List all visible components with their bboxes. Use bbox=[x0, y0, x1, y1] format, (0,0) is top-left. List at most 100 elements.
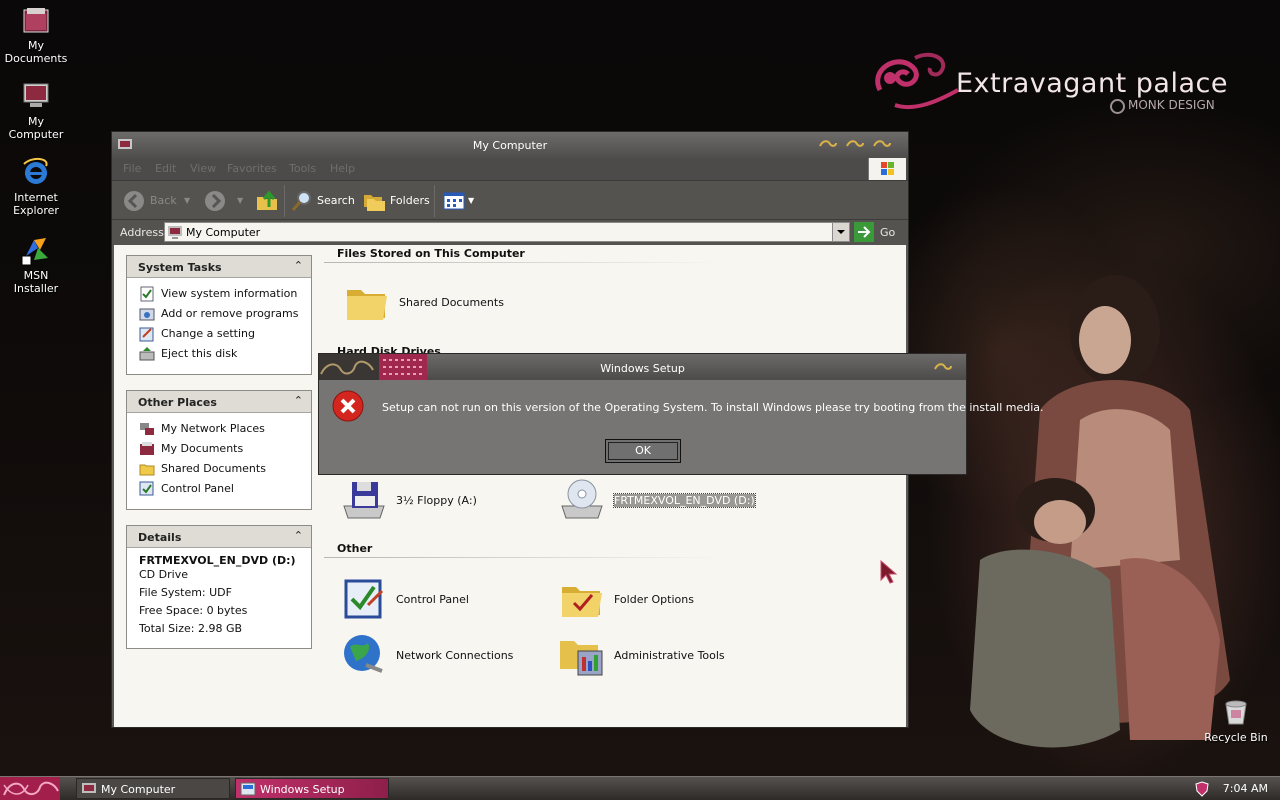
place-label: Control Panel bbox=[161, 482, 234, 495]
menu-edit[interactable]: Edit bbox=[155, 162, 176, 175]
item-shared-documents[interactable]: Shared Documents bbox=[343, 278, 543, 326]
desktop-icon-label: My Computer bbox=[8, 115, 64, 141]
brand-subtitle: MONK DESIGN bbox=[1128, 98, 1215, 112]
folders-button[interactable]: Folders bbox=[362, 189, 430, 213]
section-divider bbox=[324, 557, 724, 558]
forward-dropdown-icon[interactable]: ▼ bbox=[237, 196, 243, 205]
address-label: Address bbox=[120, 226, 164, 239]
maximize-icon[interactable] bbox=[845, 137, 865, 151]
up-folder-button[interactable] bbox=[255, 189, 279, 213]
section-files-stored: Files Stored on This Computer bbox=[337, 247, 525, 260]
details-header[interactable]: Details ⌃ bbox=[127, 526, 311, 548]
brand-title: Extravagant palace bbox=[956, 68, 1228, 99]
desktop-icon-recycle-bin[interactable]: Recycle Bin bbox=[1200, 696, 1272, 744]
place-shared-documents[interactable]: Shared Documents bbox=[139, 459, 311, 479]
explorer-content: System Tasks ⌃ View system information A… bbox=[114, 245, 906, 727]
task-change-setting[interactable]: Change a setting bbox=[139, 324, 311, 344]
place-my-documents[interactable]: My Documents bbox=[139, 439, 311, 459]
system-information-icon bbox=[140, 286, 154, 302]
desktop-icon-label: Recycle Bin bbox=[1204, 731, 1268, 744]
menu-file[interactable]: File bbox=[123, 162, 141, 175]
forward-arrow-icon bbox=[205, 191, 225, 211]
add-remove-programs-icon bbox=[139, 308, 155, 321]
task-eject-disk[interactable]: Eject this disk bbox=[139, 344, 311, 364]
control-panel-icon bbox=[344, 579, 384, 619]
taskbar-my-computer[interactable]: My Computer bbox=[76, 778, 230, 799]
address-input[interactable]: My Computer bbox=[164, 222, 850, 242]
administrative-tools-icon bbox=[560, 641, 603, 676]
place-label: My Documents bbox=[161, 442, 244, 455]
other-places-pane: Other Places ⌃ My Network Places My Docu… bbox=[126, 390, 312, 510]
window-titlebar[interactable]: My Computer bbox=[112, 132, 908, 158]
views-dropdown-icon[interactable]: ▼ bbox=[468, 196, 474, 205]
ok-button[interactable]: OK bbox=[605, 439, 681, 463]
taskbar-button-label: My Computer bbox=[101, 783, 176, 796]
dvd-drive-icon bbox=[561, 479, 603, 519]
item-label: Control Panel bbox=[396, 593, 469, 606]
search-button[interactable]: Search bbox=[290, 189, 355, 213]
folder-options-icon bbox=[562, 587, 602, 617]
system-tray: 7:04 AM bbox=[1190, 777, 1280, 800]
search-label: Search bbox=[317, 194, 355, 207]
close-icon[interactable] bbox=[933, 360, 953, 374]
item-dvd-drive[interactable]: FRTMEXVOL_EN_DVD (D:) bbox=[558, 476, 758, 524]
start-button[interactable] bbox=[0, 777, 60, 800]
item-administrative-tools[interactable]: Administrative Tools bbox=[558, 631, 758, 679]
item-network-connections[interactable]: Network Connections bbox=[340, 631, 540, 679]
desktop-icon-label: Internet Explorer bbox=[13, 191, 59, 217]
item-label: Network Connections bbox=[396, 649, 514, 662]
menu-view[interactable]: View bbox=[190, 162, 216, 175]
pane-title: System Tasks bbox=[138, 261, 222, 274]
toolbar-separator bbox=[284, 185, 285, 217]
desktop-icon-label: MSN Installer bbox=[13, 269, 59, 295]
place-control-panel[interactable]: Control Panel bbox=[139, 479, 311, 499]
item-control-panel[interactable]: Control Panel bbox=[340, 575, 540, 623]
desktop-icon-internet-explorer[interactable]: Internet Explorer bbox=[0, 156, 72, 217]
details-file-system: File System: UDF bbox=[139, 586, 232, 599]
minimize-icon[interactable] bbox=[818, 137, 838, 151]
desktop-icon-my-computer[interactable]: My Computer bbox=[0, 80, 72, 141]
task-view-system-information[interactable]: View system information bbox=[139, 284, 311, 304]
windows-setup-dialog[interactable]: Windows Setup Setup can not run on this … bbox=[318, 353, 1044, 475]
forward-button[interactable]: ▼ bbox=[203, 189, 247, 213]
toolbar-separator bbox=[434, 185, 435, 217]
item-floppy-drive[interactable]: 3½ Floppy (A:) bbox=[340, 476, 540, 524]
collapse-chevron-icon[interactable]: ⌃ bbox=[294, 259, 303, 272]
clock[interactable]: 7:04 AM bbox=[1223, 782, 1268, 795]
views-button[interactable]: ▼ bbox=[442, 189, 476, 213]
item-folder-options[interactable]: Folder Options bbox=[558, 575, 758, 623]
go-button[interactable]: Go bbox=[854, 222, 902, 242]
system-tasks-header[interactable]: System Tasks ⌃ bbox=[127, 256, 311, 278]
place-my-network-places[interactable]: My Network Places bbox=[139, 419, 311, 439]
setup-small-icon bbox=[240, 782, 256, 796]
other-places-header[interactable]: Other Places ⌃ bbox=[127, 391, 311, 413]
back-dropdown-icon[interactable]: ▼ bbox=[184, 196, 190, 205]
menu-tools[interactable]: Tools bbox=[289, 162, 316, 175]
task-add-remove-programs[interactable]: Add or remove programs bbox=[139, 304, 311, 324]
brand-logo: Extravagant palace MONK DESIGN bbox=[870, 50, 1240, 120]
chevron-down-icon bbox=[837, 230, 845, 234]
close-icon[interactable] bbox=[872, 137, 892, 151]
item-label: Administrative Tools bbox=[614, 649, 725, 662]
security-shield-icon[interactable] bbox=[1194, 781, 1210, 797]
desktop-icon-msn-installer[interactable]: MSN Installer bbox=[0, 234, 72, 295]
pane-title: Other Places bbox=[138, 396, 217, 409]
back-label: Back bbox=[150, 194, 177, 207]
section-other: Other bbox=[337, 542, 373, 555]
menu-help[interactable]: Help bbox=[330, 162, 355, 175]
collapse-chevron-icon[interactable]: ⌃ bbox=[294, 529, 303, 542]
network-places-icon bbox=[140, 423, 154, 435]
brand-swirl-icon bbox=[875, 52, 959, 110]
taskbar-windows-setup[interactable]: Windows Setup bbox=[235, 778, 389, 799]
menu-favorites[interactable]: Favorites bbox=[227, 162, 277, 175]
task-label: Add or remove programs bbox=[161, 307, 299, 320]
address-dropdown-button[interactable] bbox=[832, 223, 849, 241]
wallpaper-figures-image bbox=[970, 275, 1230, 748]
collapse-chevron-icon[interactable]: ⌃ bbox=[294, 394, 303, 407]
dialog-titlebar[interactable]: Windows Setup bbox=[319, 354, 966, 380]
back-button[interactable]: Back ▼ bbox=[122, 189, 192, 213]
item-label: FRTMEXVOL_EN_DVD (D:) bbox=[613, 493, 756, 508]
mouse-cursor-icon bbox=[880, 560, 898, 584]
desktop-icon-my-documents[interactable]: My Documents bbox=[0, 4, 72, 65]
details-free-space: Free Space: 0 bytes bbox=[139, 604, 248, 617]
